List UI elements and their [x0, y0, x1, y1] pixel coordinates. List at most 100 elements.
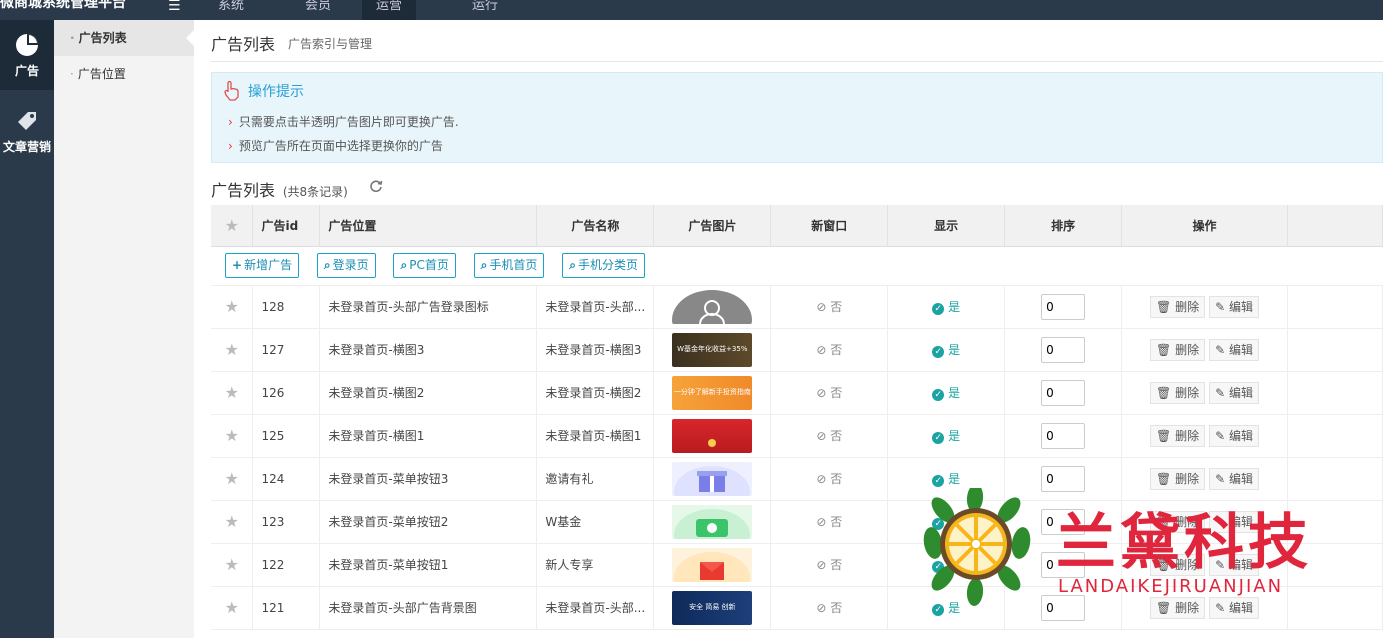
- delete-button[interactable]: 🗑 删除: [1150, 295, 1206, 318]
- new-window-cell[interactable]: ⊘ 否: [770, 414, 889, 458]
- new-window-cell[interactable]: ⊘ 否: [770, 328, 889, 372]
- order-input[interactable]: [1041, 508, 1086, 535]
- delete-button[interactable]: 🗑 删除: [1150, 467, 1206, 490]
- mobile-home-button[interactable]: ⌕ 手机首页: [473, 253, 545, 278]
- display-cell[interactable]: ✓ 是: [887, 414, 1006, 458]
- edit-button[interactable]: ✎ 编辑: [1209, 553, 1259, 576]
- display-cell[interactable]: ✓ 是: [887, 371, 1006, 415]
- order-input[interactable]: [1041, 293, 1086, 320]
- order-input[interactable]: [1041, 422, 1086, 449]
- ad-image-thumbnail[interactable]: [672, 418, 753, 453]
- display-cell[interactable]: ✓ 是: [887, 586, 1006, 630]
- ad-list-table: ★ 广告id 广告位置 广告名称 广告图片 新窗口 显示 排序 操作 + 新增广告…: [211, 205, 1383, 630]
- nav-tab-system[interactable]: 系统: [218, 0, 244, 13]
- order-input[interactable]: [1041, 465, 1086, 492]
- column-header-display[interactable]: 显示: [887, 205, 1006, 247]
- ad-image-thumbnail[interactable]: [672, 461, 753, 496]
- delete-button[interactable]: 🗑 删除: [1150, 381, 1206, 404]
- star-column-header[interactable]: ★: [211, 205, 254, 247]
- row-star[interactable]: ★: [211, 328, 254, 372]
- edit-button[interactable]: ✎ 编辑: [1209, 510, 1259, 533]
- subnav-item-ad-position[interactable]: · 广告位置: [54, 56, 194, 92]
- edit-icon: ✎: [1215, 557, 1226, 572]
- new-window-cell[interactable]: ⊘ 否: [770, 285, 889, 329]
- sidebar-item-ads[interactable]: 广告: [0, 20, 54, 90]
- column-header-name[interactable]: 广告名称: [536, 205, 655, 247]
- search-icon: ⌕: [569, 258, 576, 272]
- table-row: ★ 121 未登录首页-头部广告背景图 未登录首页-头部... 安全 简易 创新 ⊘ 否 ✓…: [211, 586, 1383, 630]
- check-circle-icon: ✓: [932, 604, 945, 616]
- refresh-icon[interactable]: [369, 179, 383, 193]
- button-label: 删除: [1175, 514, 1200, 529]
- ad-position-cell: 未登录首页-横图3: [319, 328, 538, 372]
- edit-button[interactable]: ✎ 编辑: [1209, 338, 1259, 361]
- edit-button[interactable]: ✎ 编辑: [1209, 424, 1259, 447]
- row-star[interactable]: ★: [211, 371, 254, 415]
- order-input[interactable]: [1041, 551, 1086, 578]
- ad-name-cell: 未登录首页-头部...: [536, 586, 655, 630]
- new-window-cell[interactable]: ⊘ 否: [770, 543, 889, 587]
- display-cell[interactable]: ✓ 是: [887, 285, 1006, 329]
- nav-tab-operation[interactable]: 运营: [362, 0, 417, 20]
- pc-home-button[interactable]: ⌕ PC首页: [393, 253, 456, 278]
- ad-image-thumbnail[interactable]: [672, 504, 753, 539]
- order-input[interactable]: [1041, 336, 1086, 363]
- edit-button[interactable]: ✎ 编辑: [1209, 596, 1259, 619]
- order-input[interactable]: [1041, 379, 1086, 406]
- delete-button[interactable]: 🗑 删除: [1150, 510, 1206, 533]
- display-cell[interactable]: ✓ 是: [887, 543, 1006, 587]
- column-header-order[interactable]: 排序: [1004, 205, 1123, 247]
- nav-tab-run[interactable]: 运行: [472, 0, 498, 13]
- star-icon: ★: [224, 215, 239, 235]
- subnav-item-ad-list[interactable]: · 广告列表: [54, 20, 194, 56]
- new-window-cell[interactable]: ⊘ 否: [770, 371, 889, 415]
- display-value: 是: [948, 343, 961, 357]
- column-header-id[interactable]: 广告id: [252, 205, 321, 247]
- display-cell[interactable]: ✓ 是: [887, 457, 1006, 501]
- delete-button[interactable]: 🗑 删除: [1150, 553, 1206, 576]
- column-header-new-window[interactable]: 新窗口: [770, 205, 889, 247]
- mobile-category-button[interactable]: ⌕ 手机分类页: [562, 253, 645, 278]
- edit-button[interactable]: ✎ 编辑: [1209, 467, 1259, 490]
- edit-button[interactable]: ✎ 编辑: [1209, 381, 1259, 404]
- ad-image-thumbnail[interactable]: [672, 547, 753, 582]
- login-page-button[interactable]: ⌕ 登录页: [316, 253, 376, 278]
- row-star[interactable]: ★: [211, 543, 254, 587]
- row-star[interactable]: ★: [211, 586, 254, 630]
- delete-button[interactable]: 🗑 删除: [1150, 424, 1206, 447]
- display-cell[interactable]: ✓ 是: [887, 500, 1006, 544]
- nav-tab-member[interactable]: 会员: [305, 0, 331, 13]
- order-cell: [1004, 371, 1123, 415]
- add-ad-button[interactable]: + 新增广告: [225, 253, 300, 278]
- sidebar-item-article-marketing[interactable]: 文章营销: [0, 96, 54, 166]
- ad-name-cell: 邀请有礼: [536, 457, 655, 501]
- row-star[interactable]: ★: [211, 500, 254, 544]
- menu-toggle-icon[interactable]: ☰: [168, 0, 181, 14]
- empty-cell: [1287, 414, 1383, 458]
- new-window-cell[interactable]: ⊘ 否: [770, 500, 889, 544]
- tip-line: › 预览广告所在页面中选择更换你的广告: [228, 137, 443, 154]
- column-header-position[interactable]: 广告位置: [319, 205, 538, 247]
- trash-icon: 🗑: [1156, 600, 1172, 615]
- column-header-image[interactable]: 广告图片: [653, 205, 772, 247]
- edit-button[interactable]: ✎ 编辑: [1209, 295, 1259, 318]
- ad-image-thumbnail[interactable]: 安全 简易 创新: [672, 590, 753, 625]
- display-cell[interactable]: ✓ 是: [887, 328, 1006, 372]
- row-star[interactable]: ★: [211, 285, 254, 329]
- delete-button[interactable]: 🗑 删除: [1150, 596, 1206, 619]
- row-star[interactable]: ★: [211, 414, 254, 458]
- button-label: 编辑: [1228, 385, 1253, 400]
- ad-image-thumbnail[interactable]: [672, 289, 753, 324]
- new-window-cell[interactable]: ⊘ 否: [770, 457, 889, 501]
- ad-image-thumbnail[interactable]: 一分钟了解新手投资指南: [672, 375, 753, 410]
- table-row: ★126未登录首页-横图2未登录首页-横图2一分钟了解新手投资指南⊘ 否✓ 是🗑…: [211, 371, 1383, 415]
- edit-icon: ✎: [1215, 385, 1226, 400]
- button-label: 登录页: [332, 258, 369, 272]
- new-window-cell[interactable]: ⊘ 否: [770, 586, 889, 630]
- ad-image-thumbnail[interactable]: W基金年化收益+35%: [672, 332, 753, 367]
- actions-cell: 🗑 删除 ✎ 编辑: [1121, 285, 1288, 329]
- order-input[interactable]: [1041, 594, 1086, 621]
- delete-button[interactable]: 🗑 删除: [1150, 338, 1206, 361]
- thumb-text: W基金年化收益+35%: [677, 344, 748, 353]
- row-star[interactable]: ★: [211, 457, 254, 501]
